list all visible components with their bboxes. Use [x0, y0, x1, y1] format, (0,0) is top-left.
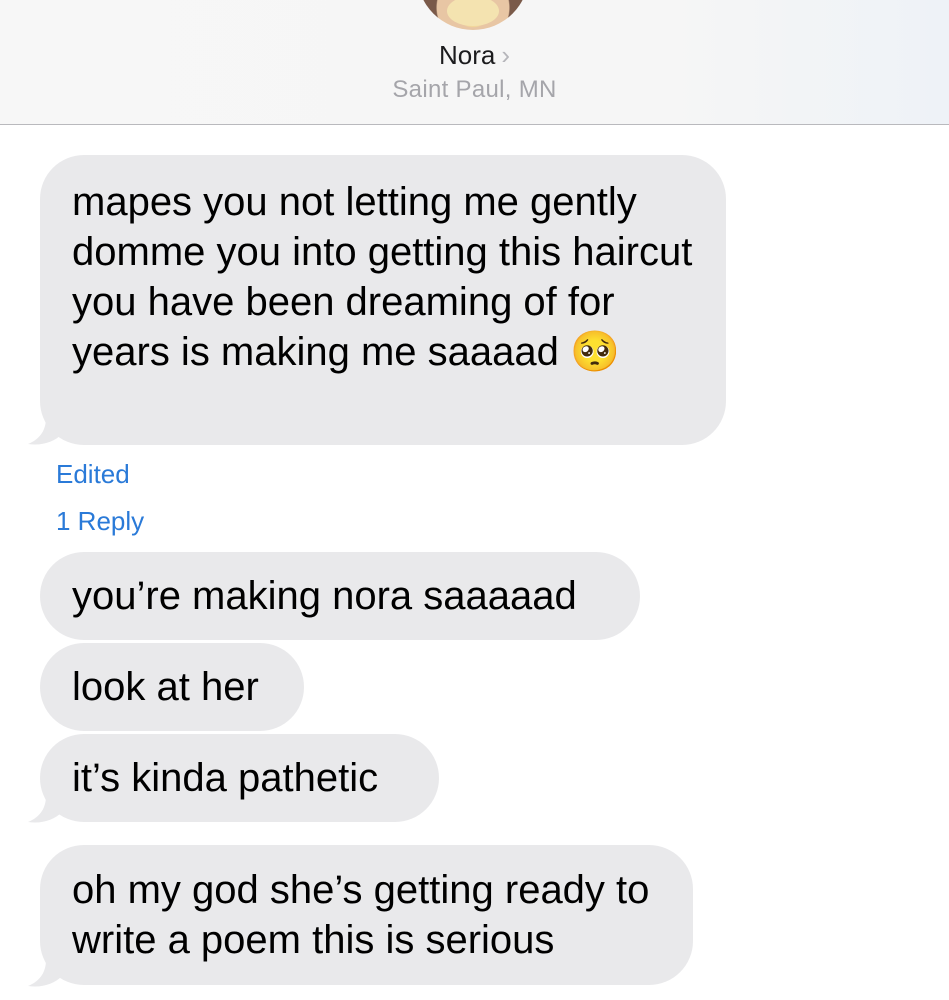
- message-text: you’re making nora saaaaad: [72, 574, 577, 618]
- conversation-header: Nora › Saint Paul, MN: [0, 0, 949, 125]
- message-bubble[interactable]: it’s kinda pathetic: [40, 734, 439, 822]
- message-text: oh my god she’s getting ready to write a…: [72, 868, 650, 962]
- message-bubble[interactable]: mapes you not letting me gently domme yo…: [40, 155, 726, 445]
- edited-label[interactable]: Edited: [56, 459, 130, 490]
- message-text: look at her: [72, 665, 259, 709]
- message-text: it’s kinda pathetic: [72, 756, 379, 800]
- bubble-tail: [26, 960, 64, 988]
- contact-name: Nora: [438, 40, 496, 70]
- message-bubble[interactable]: you’re making nora saaaaad: [40, 552, 640, 640]
- contact-avatar[interactable]: [417, 0, 529, 30]
- message-bubble[interactable]: look at her: [40, 643, 304, 731]
- messages-screen: Nora › Saint Paul, MN mapes you not letti…: [0, 0, 949, 1000]
- contact-location: Saint Paul, MN: [392, 76, 557, 103]
- message-text: mapes you not letting me gently domme yo…: [72, 180, 693, 374]
- bubble-tail: [26, 418, 64, 446]
- reply-count-link[interactable]: 1 Reply: [56, 506, 144, 537]
- contact-name-button[interactable]: Nora ›: [0, 40, 949, 71]
- message-bubble[interactable]: oh my god she’s getting ready to write a…: [40, 845, 693, 985]
- chevron-right-icon: ›: [501, 40, 511, 70]
- bubble-tail: [26, 796, 64, 824]
